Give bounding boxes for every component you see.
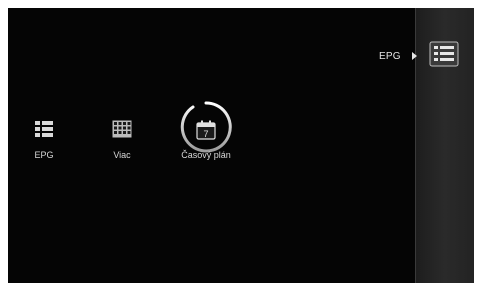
calendar-icon: 7 (196, 120, 216, 140)
menu-item-label: Viac (113, 150, 131, 160)
tv-screen: EPG EPG Viac 7 Časový plán (8, 8, 474, 283)
menu-item-casovy-plan[interactable]: 7 Časový plán (174, 120, 238, 160)
menu-item-epg[interactable]: EPG (12, 120, 76, 160)
breadcrumb-label: EPG (379, 50, 401, 62)
menu-item-label: EPG (34, 150, 54, 160)
chevron-right-icon (412, 52, 417, 60)
menu-item-label: Časový plán (181, 150, 231, 160)
calendar-day: 7 (203, 129, 208, 139)
grid-table-icon (112, 120, 132, 138)
breadcrumb: EPG (379, 48, 417, 64)
epg-list-icon (35, 121, 53, 137)
epg-list-icon[interactable] (429, 41, 459, 67)
menu-item-viac[interactable]: Viac (90, 120, 154, 160)
